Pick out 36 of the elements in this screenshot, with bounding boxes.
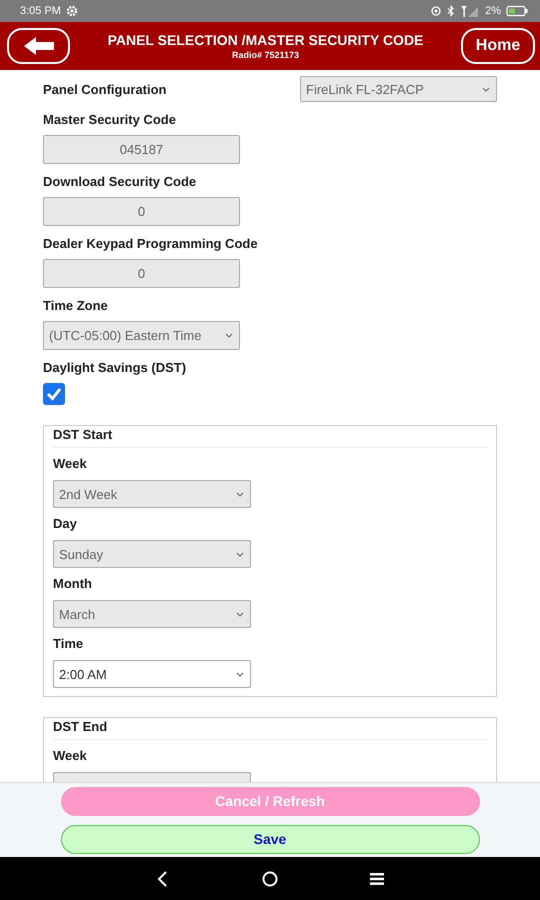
- radio-number: Radio# 7521173: [232, 50, 300, 60]
- settings-icon: [66, 5, 78, 17]
- fieldset-legend: DST End: [53, 719, 110, 734]
- home-button[interactable]: Home: [461, 28, 535, 64]
- field-label: Master Security Code: [43, 112, 177, 127]
- menu-icon[interactable]: [370, 872, 384, 886]
- back-button[interactable]: [7, 28, 70, 64]
- field-label: Week: [53, 456, 88, 471]
- field-label: Time Zone: [43, 298, 109, 313]
- field-label: Week: [53, 748, 88, 763]
- chevron-icon: [225, 333, 233, 338]
- field-label: Daylight Savings (DST): [43, 360, 188, 375]
- save-button[interactable]: Save: [60, 824, 480, 854]
- chevron-icon: [236, 552, 244, 556]
- bluetooth-icon: [447, 5, 456, 17]
- signal-icon: [460, 5, 480, 17]
- status-time: 3:05 PM: [20, 5, 61, 17]
- chevron-icon: [482, 86, 490, 92]
- field-label: Download Security Code: [43, 174, 198, 189]
- page-title: PANEL SELECTION /MASTER SECURITY CODE: [108, 32, 424, 48]
- field-label: Time: [53, 636, 84, 651]
- select-field[interactable]: 2:00 AM: [53, 660, 251, 688]
- battery-percent: 2%: [485, 5, 501, 17]
- field-label: Month: [53, 576, 93, 591]
- checkbox[interactable]: [43, 383, 65, 405]
- battery-icon: [506, 5, 528, 17]
- field-label: Day: [53, 516, 78, 531]
- fieldset-legend: DST Start: [53, 427, 114, 442]
- field-label: Panel Configuration: [43, 82, 166, 96]
- home-icon[interactable]: [262, 870, 278, 886]
- location-icon: [430, 5, 442, 17]
- chevron-icon: [236, 492, 244, 496]
- field-label: Dealer Keypad Programming Code: [43, 236, 259, 251]
- chevron-icon: [236, 672, 244, 676]
- back-arrow-icon: [22, 36, 56, 56]
- chevron-icon: [236, 612, 244, 616]
